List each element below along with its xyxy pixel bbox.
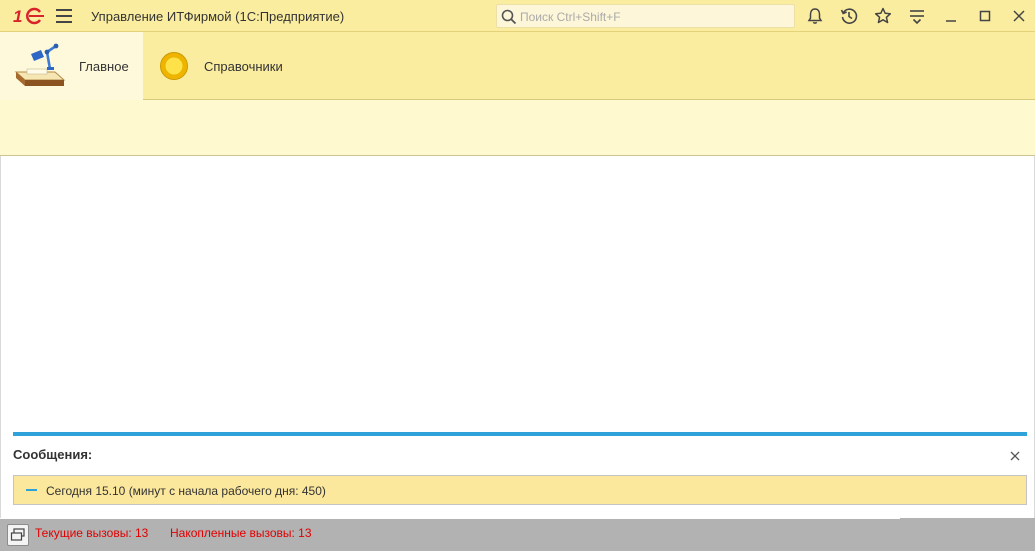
maximize-icon[interactable] [975,6,995,26]
section-label-main: Главное [79,59,129,74]
search-icon [501,9,517,25]
app-title: Управление ИТФирмой (1С:Предприятие) [91,9,345,24]
search-input[interactable] [518,7,792,27]
title-bar: 1 Управление ИТФирмой (1С:Предприятие) [0,0,1035,32]
work-area [0,156,1035,518]
current-calls-text: Текущие вызовы: 13 [35,526,149,540]
message-item[interactable]: Сегодня 15.10 (минут с начала рабочего д… [13,475,1027,505]
section-catalogs[interactable]: Справочники [143,32,313,100]
status-divider [0,518,900,519]
search-box[interactable] [496,4,795,28]
status-bar: Текущие вызовы: 13 Накопленные вызовы: 1… [0,518,1035,551]
1c-logo: 1 [13,7,44,25]
minimize-icon[interactable] [941,6,961,26]
desk-lamp-icon [14,43,66,86]
messages-title: Сообщения: [13,447,93,462]
message-dash-icon [26,489,37,491]
svg-text:1: 1 [13,7,22,25]
settings-menu-icon[interactable] [907,6,927,26]
functions-panel [0,100,1035,156]
windows-icon [10,528,25,541]
sections-panel: Главное Справочники [0,32,1035,100]
section-label-catalogs: Справочники [204,59,283,74]
messages-separator[interactable] [13,432,1027,436]
main-menu-icon[interactable] [56,9,72,23]
section-main[interactable]: Главное [0,32,143,100]
history-icon[interactable] [839,6,859,26]
messages-close-icon[interactable] [1009,450,1021,462]
bell-icon[interactable] [805,6,825,26]
yellow-circle-icon [160,52,188,80]
close-icon[interactable] [1009,6,1029,26]
message-text: Сегодня 15.10 (минут с начала рабочего д… [46,484,326,498]
star-icon[interactable] [873,6,893,26]
windows-list-button[interactable] [7,524,29,546]
accumulated-calls-text: Накопленные вызовы: 13 [170,526,312,540]
